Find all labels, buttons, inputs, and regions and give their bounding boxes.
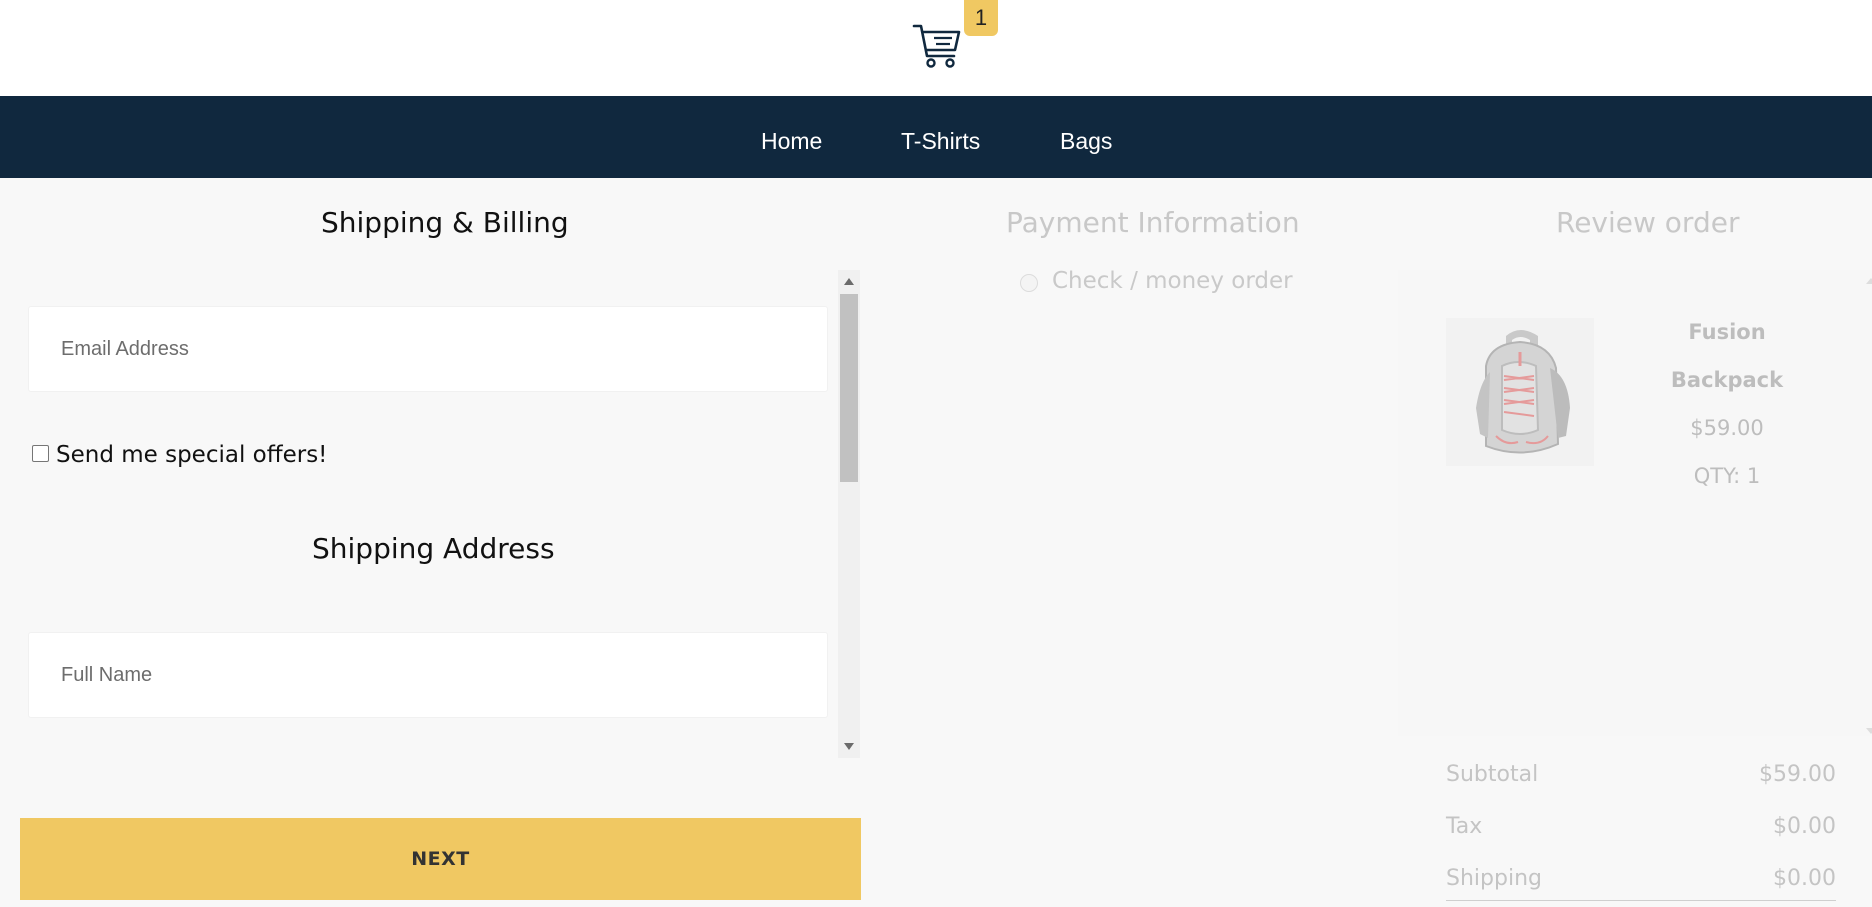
scroll-up-arrow-icon[interactable] [844,278,854,285]
scrollbar-thumb[interactable] [840,294,858,482]
nav-tshirts[interactable]: T-Shirts [901,96,980,178]
shipping-value: $0.00 [1773,866,1836,891]
nav-bags[interactable]: Bags [1060,96,1112,178]
shipping-label: Shipping [1446,866,1542,891]
product-qty: QTY: 1 [1693,464,1761,488]
check-money-order-radio[interactable] [1020,274,1038,292]
product-name-line2: Backpack [1670,368,1784,392]
email-field[interactable] [28,306,828,392]
product-price: $59.00 [1690,416,1764,440]
full-name-field[interactable] [28,632,828,718]
top-bar: 1 [0,0,1872,96]
product-name-line1: Fusion [1688,320,1766,344]
subtotal-row: Subtotal $59.00 [1446,762,1836,787]
special-offers-checkbox[interactable] [32,444,49,462]
review-order-title: Review order [1556,206,1740,239]
tax-label: Tax [1446,814,1483,839]
backpack-icon [1476,330,1570,454]
shipping-form-scroll-area[interactable]: Send me special offers! Shipping Address [20,268,860,758]
shopping-cart-icon[interactable] [912,22,962,70]
shipping-row: Shipping $0.00 [1446,866,1836,891]
subtotal-value: $59.00 [1759,762,1836,787]
shipping-billing-title: Shipping & Billing [321,206,569,239]
special-offers-label: Send me special offers! [56,442,328,468]
tax-value: $0.00 [1773,814,1836,839]
totals-divider [1446,900,1836,901]
form-scrollbar[interactable] [838,270,860,758]
scroll-down-arrow-icon[interactable] [844,743,854,750]
subtotal-label: Subtotal [1446,762,1539,787]
next-button[interactable]: NEXT [20,818,861,900]
review-scroll-up-icon[interactable] [1866,278,1872,284]
review-scroll-down-icon[interactable] [1866,728,1872,734]
nav-home[interactable]: Home [761,96,822,178]
main-nav: Home T-Shirts Bags [0,96,1872,178]
shipping-address-title: Shipping Address [312,532,555,565]
product-image [1446,318,1594,466]
cart-count-badge: 1 [964,0,998,36]
check-money-order-label: Check / money order [1052,268,1293,294]
special-offers-row[interactable]: Send me special offers! [32,442,327,468]
tax-row: Tax $0.00 [1446,814,1836,839]
payment-information-title: Payment Information [1006,206,1300,239]
